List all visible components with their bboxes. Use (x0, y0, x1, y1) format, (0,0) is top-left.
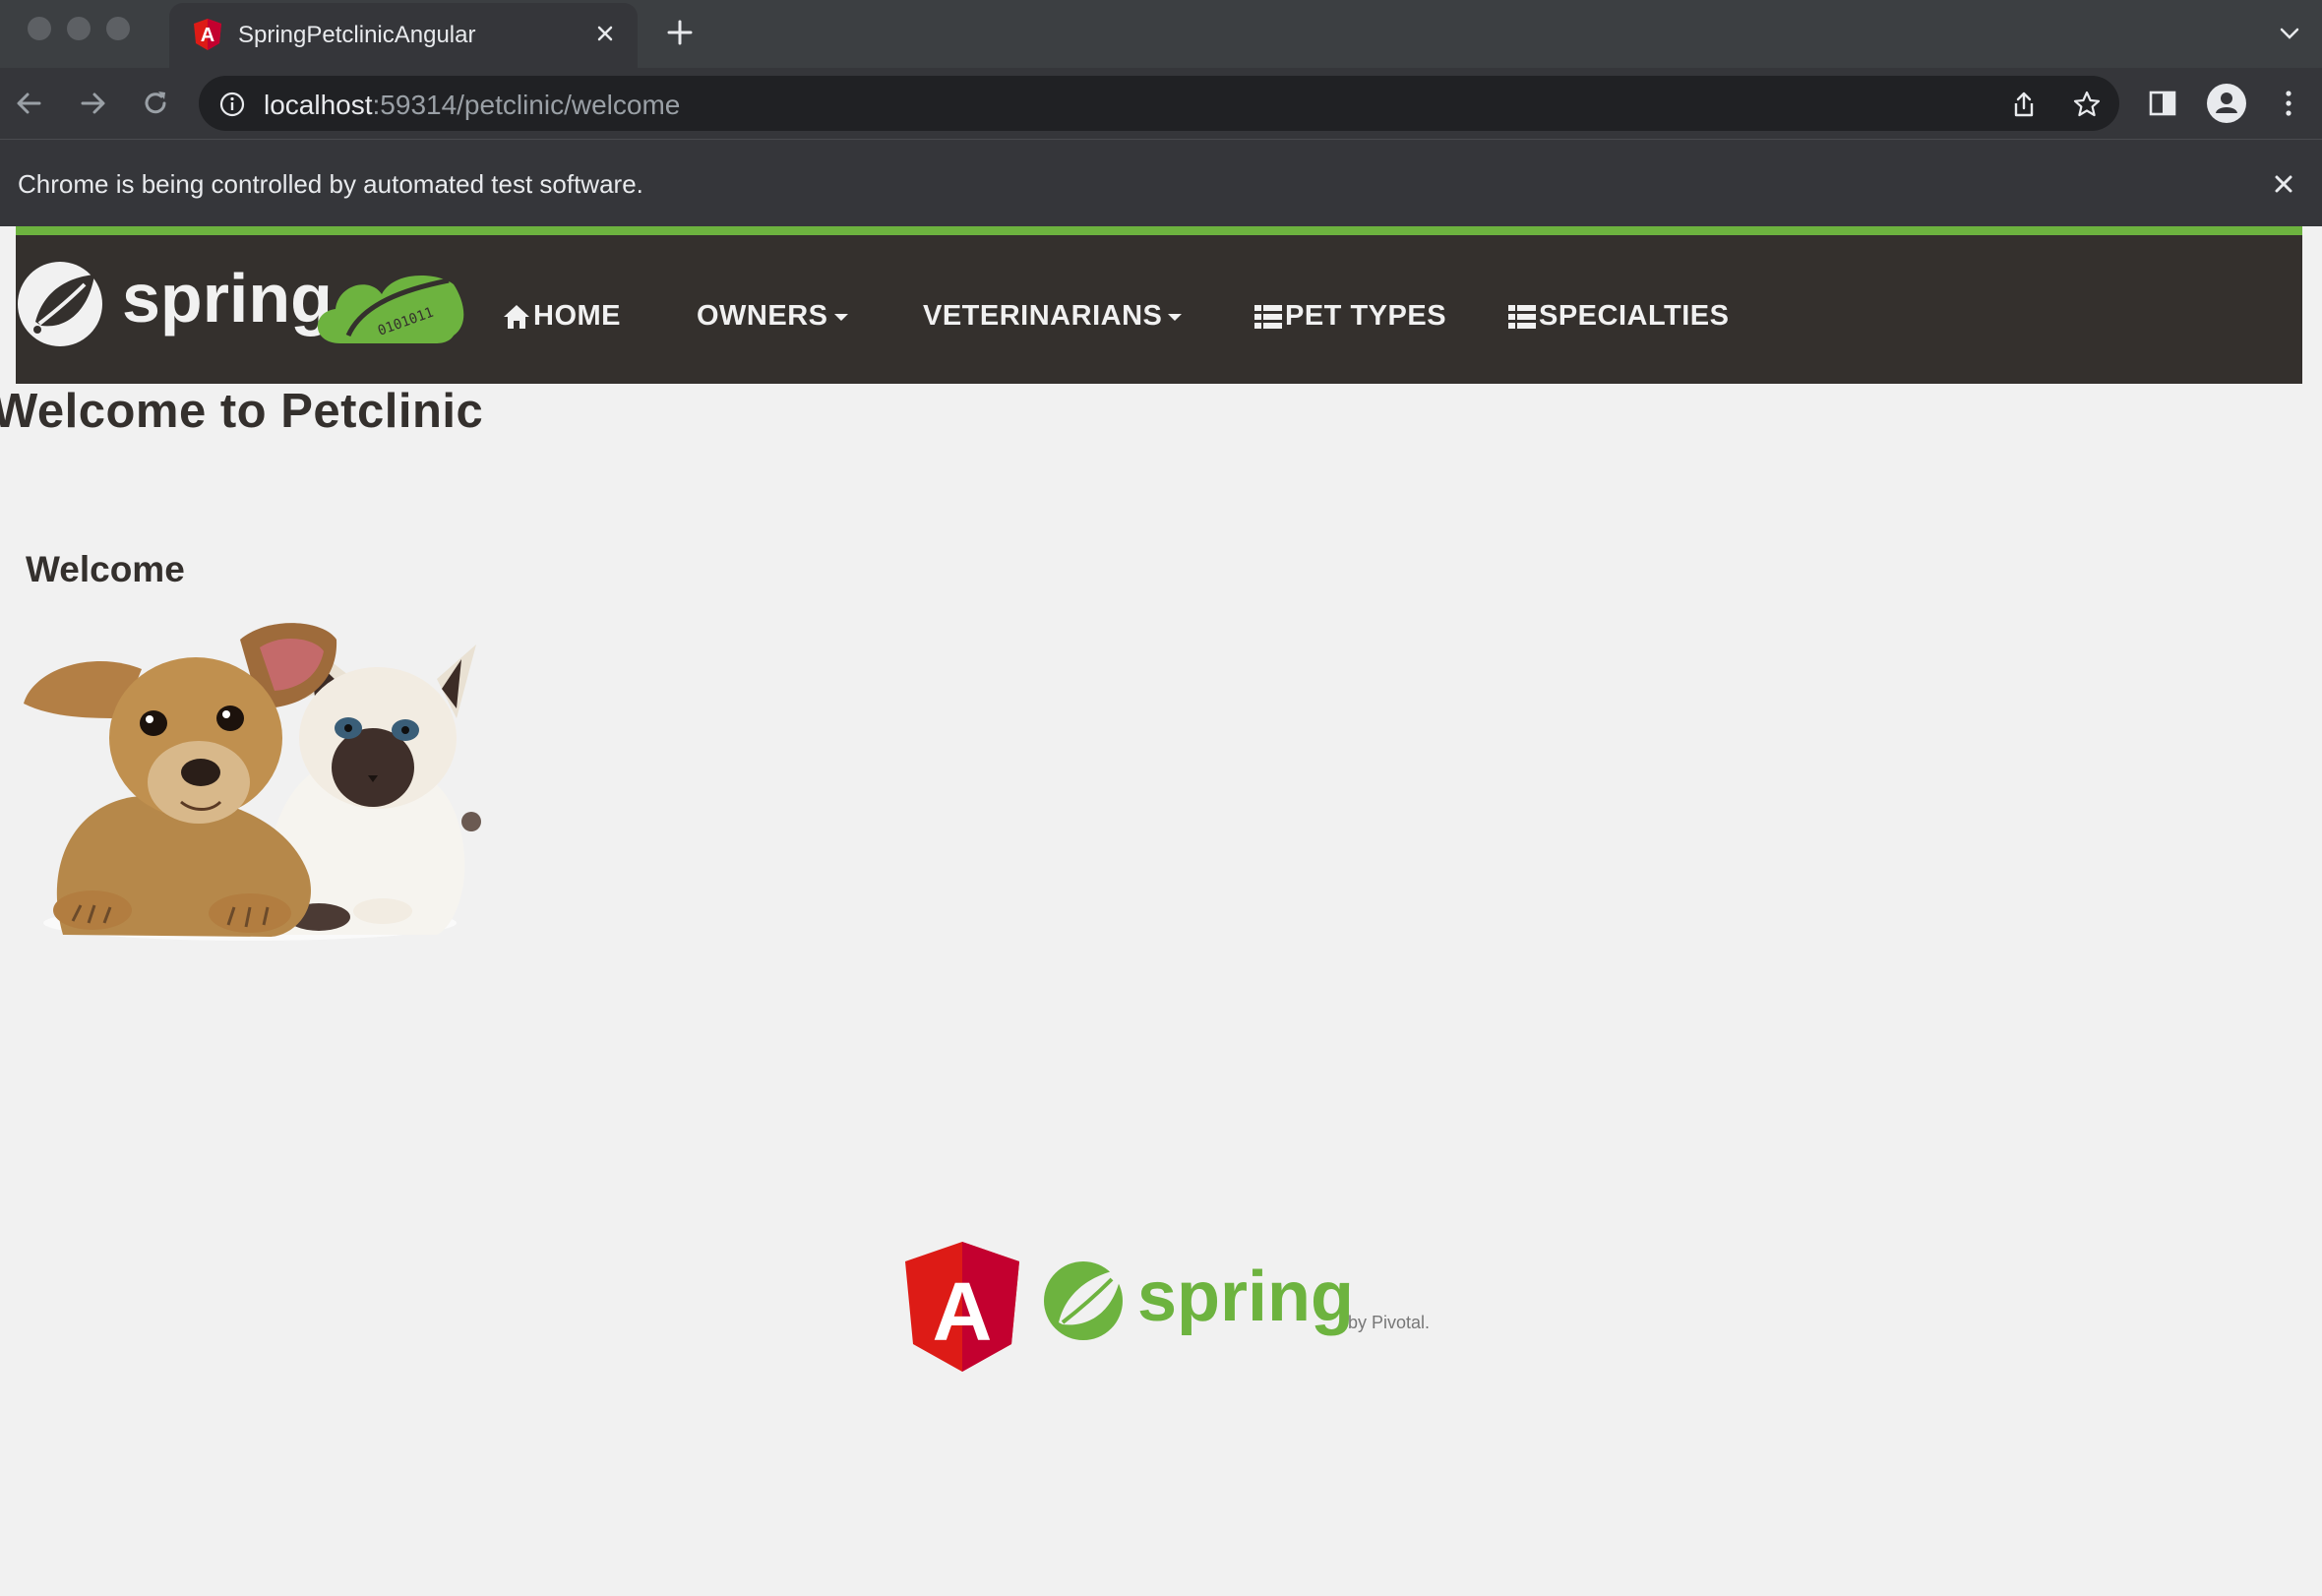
url-text[interactable]: localhost:59314/petclinic/welcome (264, 90, 680, 121)
spring-footer-logo: spring by Pivotal. (1044, 1258, 1430, 1340)
url-host: localhost (264, 90, 373, 120)
nav-owners-label: OWNERS (697, 300, 828, 332)
spring-footer-text: spring (1137, 1258, 1354, 1336)
browser-tab-strip: A SpringPetclinicAngular (0, 0, 2322, 68)
more-menu-icon[interactable] (2271, 86, 2306, 121)
forward-arrow-icon[interactable] (75, 86, 110, 121)
nav-pet-types-label: PET TYPES (1285, 300, 1447, 332)
profile-avatar[interactable] (2207, 84, 2246, 123)
page-title: Welcome to Petclinic (0, 385, 484, 438)
list-icon (1254, 304, 1282, 329)
nav-home-label: HOME (533, 300, 621, 332)
angular-logo-letter: A (933, 1265, 993, 1358)
side-panel-icon[interactable] (2145, 86, 2180, 121)
close-infobar-icon[interactable] (2269, 169, 2298, 199)
caret-down-icon (1168, 314, 1183, 321)
infobar-message: Chrome is being controlled by automated … (18, 169, 643, 199)
info-icon[interactable] (218, 91, 246, 118)
nav-specialties-label: SPECIALTIES (1539, 300, 1730, 332)
nav-veterinarians-label: VETERINARIANS (923, 300, 1163, 332)
list-icon (1508, 304, 1536, 329)
brand-text: spring (122, 260, 333, 337)
automation-infobar: Chrome is being controlled by automated … (0, 139, 2322, 226)
pets-image (24, 623, 481, 941)
home-icon (504, 304, 529, 329)
svg-text:A: A (201, 25, 214, 46)
top-navbar: spring 0101011 HOME OWNERS VETERINARIANS (16, 226, 2302, 384)
reload-icon[interactable] (138, 86, 173, 121)
caret-down-icon (833, 314, 848, 321)
browser-toolbar: localhost:59314/petclinic/welcome (0, 68, 2322, 139)
welcome-heading: Welcome (26, 549, 185, 589)
person-icon (2216, 92, 2237, 113)
tab-title: SpringPetclinicAngular (238, 22, 476, 48)
new-tab-icon[interactable] (665, 18, 695, 47)
bookmark-star-icon[interactable] (2072, 90, 2102, 119)
browser-tab-active[interactable]: A SpringPetclinicAngular (169, 3, 638, 68)
window-minimize-dot[interactable] (67, 17, 91, 40)
address-bar[interactable]: localhost:59314/petclinic/welcome (199, 76, 2119, 131)
back-arrow-icon[interactable] (12, 86, 47, 121)
nav-owners-dropdown[interactable]: OWNERS (697, 300, 848, 333)
close-tab-icon[interactable] (590, 19, 620, 48)
window-maximize-dot[interactable] (106, 17, 130, 40)
angular-logo: A (905, 1242, 1019, 1372)
nav-home[interactable]: HOME (502, 300, 621, 333)
nav-pet-types[interactable]: PET TYPES (1253, 300, 1446, 333)
nav-specialties[interactable]: SPECIALTIES (1507, 300, 1730, 333)
share-icon[interactable] (2009, 90, 2039, 119)
page-content: spring 0101011 HOME OWNERS VETERINARIANS (0, 226, 2322, 1596)
window-close-dot[interactable] (28, 17, 51, 40)
chevron-down-icon[interactable] (2276, 20, 2303, 47)
spring-brand-logo[interactable]: spring 0101011 (16, 255, 478, 353)
url-path: :59314/petclinic/welcome (372, 90, 681, 120)
angular-favicon-icon: A (194, 19, 221, 50)
footer-logos: A spring by Pivotal. (905, 1242, 1430, 1372)
by-pivotal-text: by Pivotal. (1348, 1313, 1430, 1332)
nav-veterinarians-dropdown[interactable]: VETERINARIANS (923, 300, 1183, 333)
